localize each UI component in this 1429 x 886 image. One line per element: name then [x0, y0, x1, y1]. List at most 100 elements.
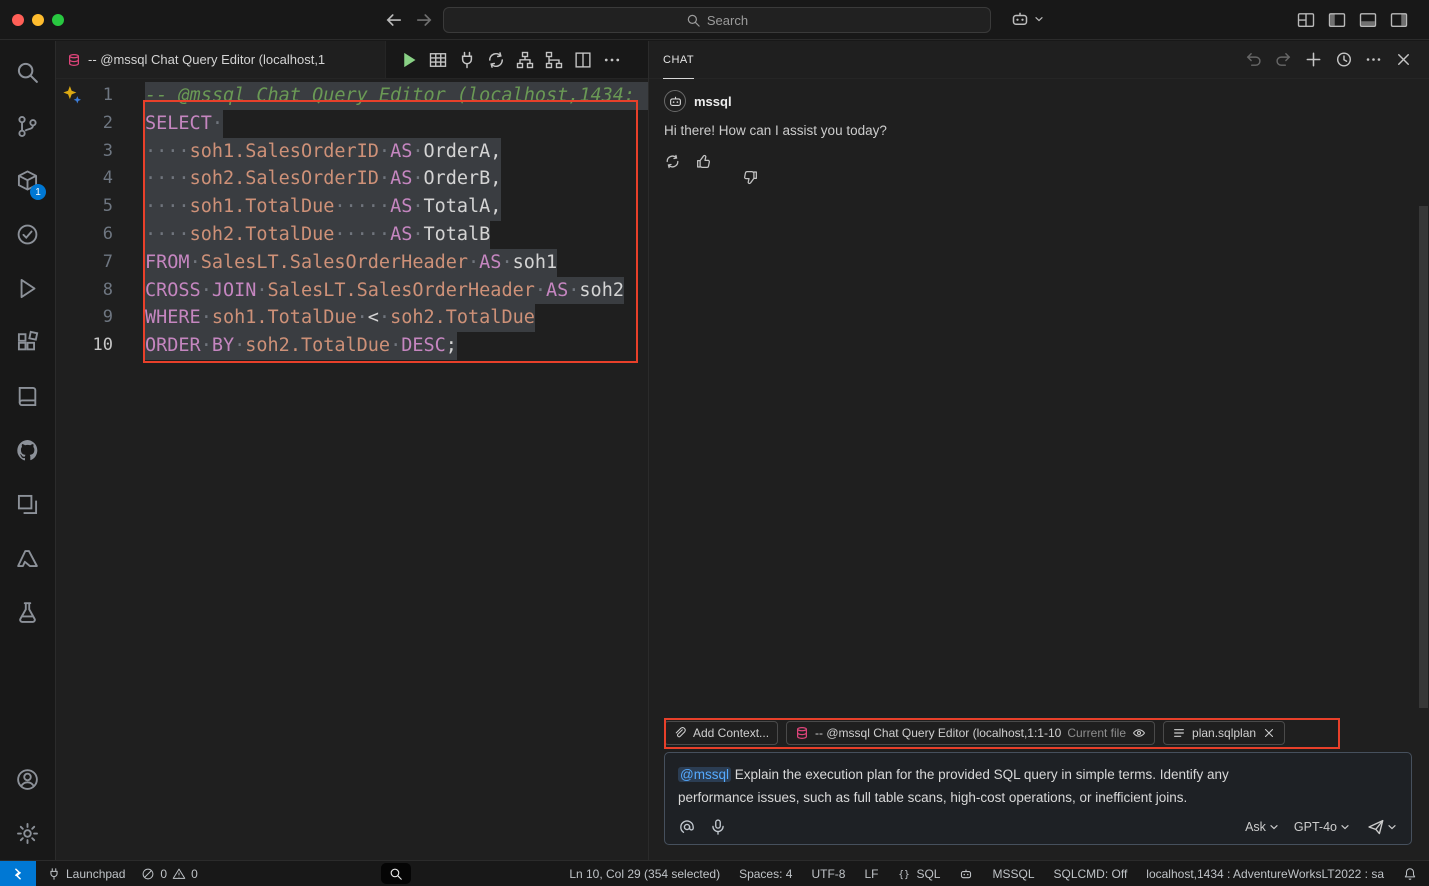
extensions-icon [15, 330, 40, 355]
copilot-status[interactable] [959, 867, 973, 881]
navigate-forward-icon[interactable] [414, 10, 434, 30]
context-chip[interactable]: plan.sqlplan [1163, 721, 1285, 745]
connection-status[interactable]: localhost,1434 : AdventureWorksLT2022 : … [1146, 867, 1384, 881]
eol-status[interactable]: LF [864, 867, 878, 881]
model-picker[interactable]: GPT-4o [1294, 820, 1351, 834]
sidebar-item-database-projects[interactable] [0, 585, 55, 639]
copilot-icon [1010, 9, 1030, 29]
more-actions-button[interactable] [1364, 50, 1383, 69]
code-line[interactable]: 4····soh2.SalesOrderID·AS·OrderB, [56, 165, 648, 193]
layout-sidebar-left-button[interactable] [1327, 10, 1347, 30]
sidebar-item-package[interactable]: 1 [0, 153, 55, 207]
copilot-sparkle-icon[interactable] [62, 85, 83, 106]
code-editor[interactable]: 1-- @mssql Chat Query Editor (localhost,… [56, 79, 648, 860]
layout-panel-button[interactable] [1358, 10, 1378, 30]
status-text: MSSQL [992, 867, 1034, 881]
code-line[interactable]: 10ORDER·BY·soh2.TotalDue·DESC; [56, 332, 648, 360]
language-status[interactable]: {}SQL [897, 867, 940, 881]
results-grid-button[interactable] [428, 50, 448, 70]
code-line[interactable]: 7FROM·SalesLT.SalesOrderHeader·AS·soh1 [56, 249, 648, 277]
sidebar-item-live-share[interactable] [0, 477, 55, 531]
code-line[interactable]: 5····soh1.TotalDue·····AS·TotalA, [56, 193, 648, 221]
sidebar-item-search[interactable] [0, 45, 55, 99]
line-number: 10 [56, 332, 113, 360]
status-text: Spaces: 4 [739, 867, 792, 881]
context-chip-label: plan.sqlplan [1192, 726, 1256, 740]
sidebar-item-source-control[interactable] [0, 99, 55, 153]
rerun-button[interactable] [664, 153, 681, 170]
type-hierarchy-button[interactable] [515, 50, 535, 70]
query-plan-button[interactable] [544, 50, 564, 70]
code-line[interactable]: 3····soh1.SalesOrderID·AS·OrderA, [56, 138, 648, 166]
chat-scrollbar[interactable] [1419, 206, 1428, 708]
status-bar: Launchpad 00 Ln 10, Col 29 (354 selected)… [0, 860, 1429, 886]
close-window-button[interactable] [12, 14, 24, 26]
status-text: Ln 10, Col 29 (354 selected) [569, 867, 720, 881]
code-line[interactable]: 8CROSS·JOIN·SalesLT.SalesOrderHeader·AS·… [56, 277, 648, 305]
code-line[interactable]: 6····soh2.TotalDue·····AS·TotalB [56, 221, 648, 249]
split-editor-button[interactable] [573, 50, 593, 70]
chat-input[interactable]: @mssql Explain the execution plan for th… [664, 752, 1412, 845]
file-lines-icon [1172, 726, 1186, 740]
sidebar-item-account[interactable] [0, 752, 55, 806]
copilot-menu[interactable] [1010, 9, 1045, 29]
redo-button[interactable] [1274, 50, 1293, 69]
code-line[interactable]: 2SELECT· [56, 110, 648, 138]
mention-button[interactable] [678, 818, 696, 836]
eye-icon[interactable] [1132, 726, 1146, 740]
bell-icon [1403, 867, 1417, 881]
sqlcmd-status[interactable]: SQLCMD: Off [1054, 867, 1128, 881]
tab-mssql-chat-query-editor[interactable]: -- @mssql Chat Query Editor (localhost,1 [56, 41, 386, 78]
new-chat-button[interactable] [1304, 50, 1323, 69]
sidebar-item-testing[interactable] [0, 207, 55, 261]
remote-indicator[interactable] [0, 861, 36, 886]
context-chip[interactable]: -- @mssql Chat Query Editor (localhost,1… [786, 721, 1155, 745]
undo-button[interactable] [1244, 50, 1263, 69]
customize-layout-button[interactable] [1296, 10, 1316, 30]
code-line[interactable]: 9WHERE·soh1.TotalDue·<·soh2.TotalDue [56, 304, 648, 332]
status-text: LF [864, 867, 878, 881]
close-button[interactable] [1394, 50, 1413, 69]
sidebar-item-book[interactable] [0, 369, 55, 423]
history-button[interactable] [1334, 50, 1353, 69]
prompt-text[interactable]: @mssql Explain the execution plan for th… [678, 763, 1288, 809]
sidebar-item-run-debug[interactable] [0, 261, 55, 315]
tab-chat[interactable]: CHAT [663, 41, 694, 79]
github-icon [15, 438, 40, 463]
encoding-status[interactable]: UTF-8 [811, 867, 845, 881]
thumbs-up-button[interactable] [695, 153, 712, 170]
code-line[interactable]: 1-- @mssql Chat Query Editor (localhost,… [56, 82, 648, 110]
sidebar-item-github[interactable] [0, 423, 55, 477]
minimize-window-button[interactable] [32, 14, 44, 26]
mic-button[interactable] [709, 818, 727, 836]
layout-controls [1296, 10, 1409, 30]
line-number: 6 [56, 221, 113, 249]
send-options-chevron-icon[interactable] [1386, 821, 1398, 833]
context-chip-label: -- @mssql Chat Query Editor (localhost,1… [815, 726, 1061, 740]
mssql-status[interactable]: MSSQL [992, 867, 1034, 881]
zoom-indicator[interactable] [381, 863, 411, 884]
change-connection-button[interactable] [486, 50, 506, 70]
maximize-window-button[interactable] [52, 14, 64, 26]
sidebar-item-extensions[interactable] [0, 315, 55, 369]
layout-sidebar-right-button[interactable] [1389, 10, 1409, 30]
notifications-status[interactable] [1403, 867, 1417, 881]
more-actions-button[interactable] [602, 50, 622, 70]
launchpad-status[interactable]: Launchpad [47, 867, 125, 881]
chip-close-button[interactable] [1262, 726, 1276, 740]
send-button[interactable] [1367, 818, 1385, 836]
sidebar-item-settings[interactable] [0, 806, 55, 860]
sidebar-item-azure[interactable] [0, 531, 55, 585]
mssql-mention[interactable]: @mssql [678, 767, 731, 782]
mode-picker[interactable]: Ask [1245, 820, 1280, 834]
add-context-button[interactable]: Add Context... [664, 721, 778, 745]
indentation-status[interactable]: Spaces: 4 [739, 867, 792, 881]
navigate-back-icon[interactable] [384, 10, 404, 30]
add-context-label: Add Context... [693, 726, 769, 740]
command-center-search[interactable]: Search [443, 7, 991, 33]
problems-status[interactable]: 00 [141, 867, 197, 881]
cursor-position-status[interactable]: Ln 10, Col 29 (354 selected) [569, 867, 720, 881]
thumbs-down-button[interactable] [726, 153, 743, 170]
connect-button[interactable] [457, 50, 477, 70]
run-button[interactable] [399, 50, 419, 70]
